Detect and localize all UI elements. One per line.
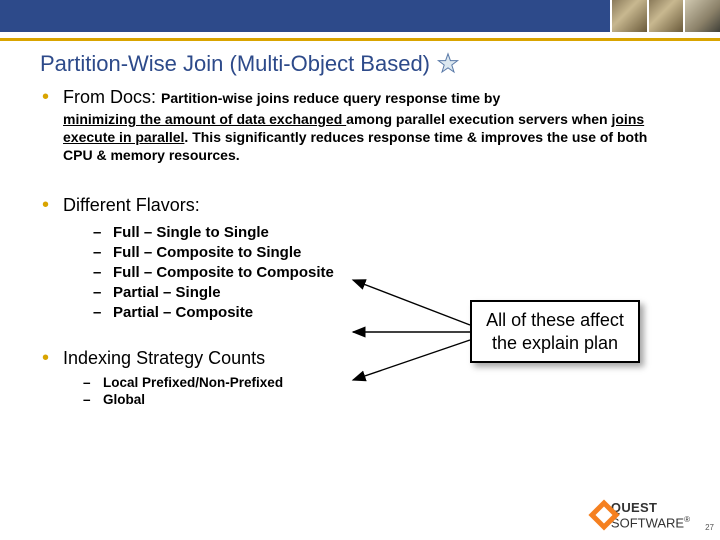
docs-body: From Docs: Partition-wise joins reduce q… [63, 87, 680, 165]
header-photo-seg [610, 0, 647, 32]
indexing-item: Global [103, 392, 145, 407]
flavors-label: Different Flavors: [63, 195, 200, 215]
list-item: –Full – Single to Single [93, 224, 680, 241]
list-item: –Global [83, 392, 680, 407]
title-row: Partition-Wise Join (Multi-Object Based) [0, 41, 720, 81]
list-item: –Partial – Single [93, 284, 680, 301]
header-photo-seg [683, 0, 720, 32]
list-item: –Full – Composite to Composite [93, 264, 680, 281]
flavor-item: Full – Single to Single [113, 224, 269, 241]
docs-lead: From Docs: [63, 87, 161, 107]
docs-mid: among parallel execution servers when [346, 111, 611, 127]
bullet-icon: • [42, 348, 49, 368]
bullet-icon: • [42, 87, 49, 107]
logo-text: QUEST SOFTWARE® [611, 500, 690, 530]
bullet-icon: • [42, 195, 49, 215]
callout-box: All of these affect the explain plan [470, 300, 640, 363]
header-bar [0, 0, 720, 32]
list-item: –Full – Composite to Single [93, 244, 680, 261]
list-item: –Local Prefixed/Non-Prefixed [83, 375, 680, 390]
docs-tail: Partition-wise joins reduce query respon… [161, 90, 500, 106]
indexing-item: Local Prefixed/Non-Prefixed [103, 375, 283, 390]
callout-text: All of these affect the explain plan [486, 310, 624, 353]
docs-underline-1: minimizing the amount of data exchanged [63, 111, 346, 127]
logo-suffix: SOFTWARE [611, 515, 684, 530]
docs-continuation: minimizing the amount of data exchanged … [63, 110, 680, 165]
header-photo-seg [647, 0, 684, 32]
header-photo [610, 0, 720, 32]
slide-title: Partition-Wise Join (Multi-Object Based) [40, 51, 430, 77]
indexing-list: –Local Prefixed/Non-Prefixed –Global [63, 375, 680, 407]
star-icon [436, 52, 460, 76]
flavor-item: Partial – Composite [113, 304, 253, 321]
bullet-docs: • From Docs: Partition-wise joins reduce… [42, 87, 680, 165]
indexing-label: Indexing Strategy Counts [63, 348, 265, 368]
flavor-item: Full – Composite to Single [113, 244, 301, 261]
footer-logo: QUEST SOFTWARE® [593, 500, 690, 530]
registered-icon: ® [684, 515, 690, 524]
page-number: 27 [705, 523, 714, 532]
flavor-item: Partial – Single [113, 284, 221, 301]
flavor-item: Full – Composite to Composite [113, 264, 334, 281]
